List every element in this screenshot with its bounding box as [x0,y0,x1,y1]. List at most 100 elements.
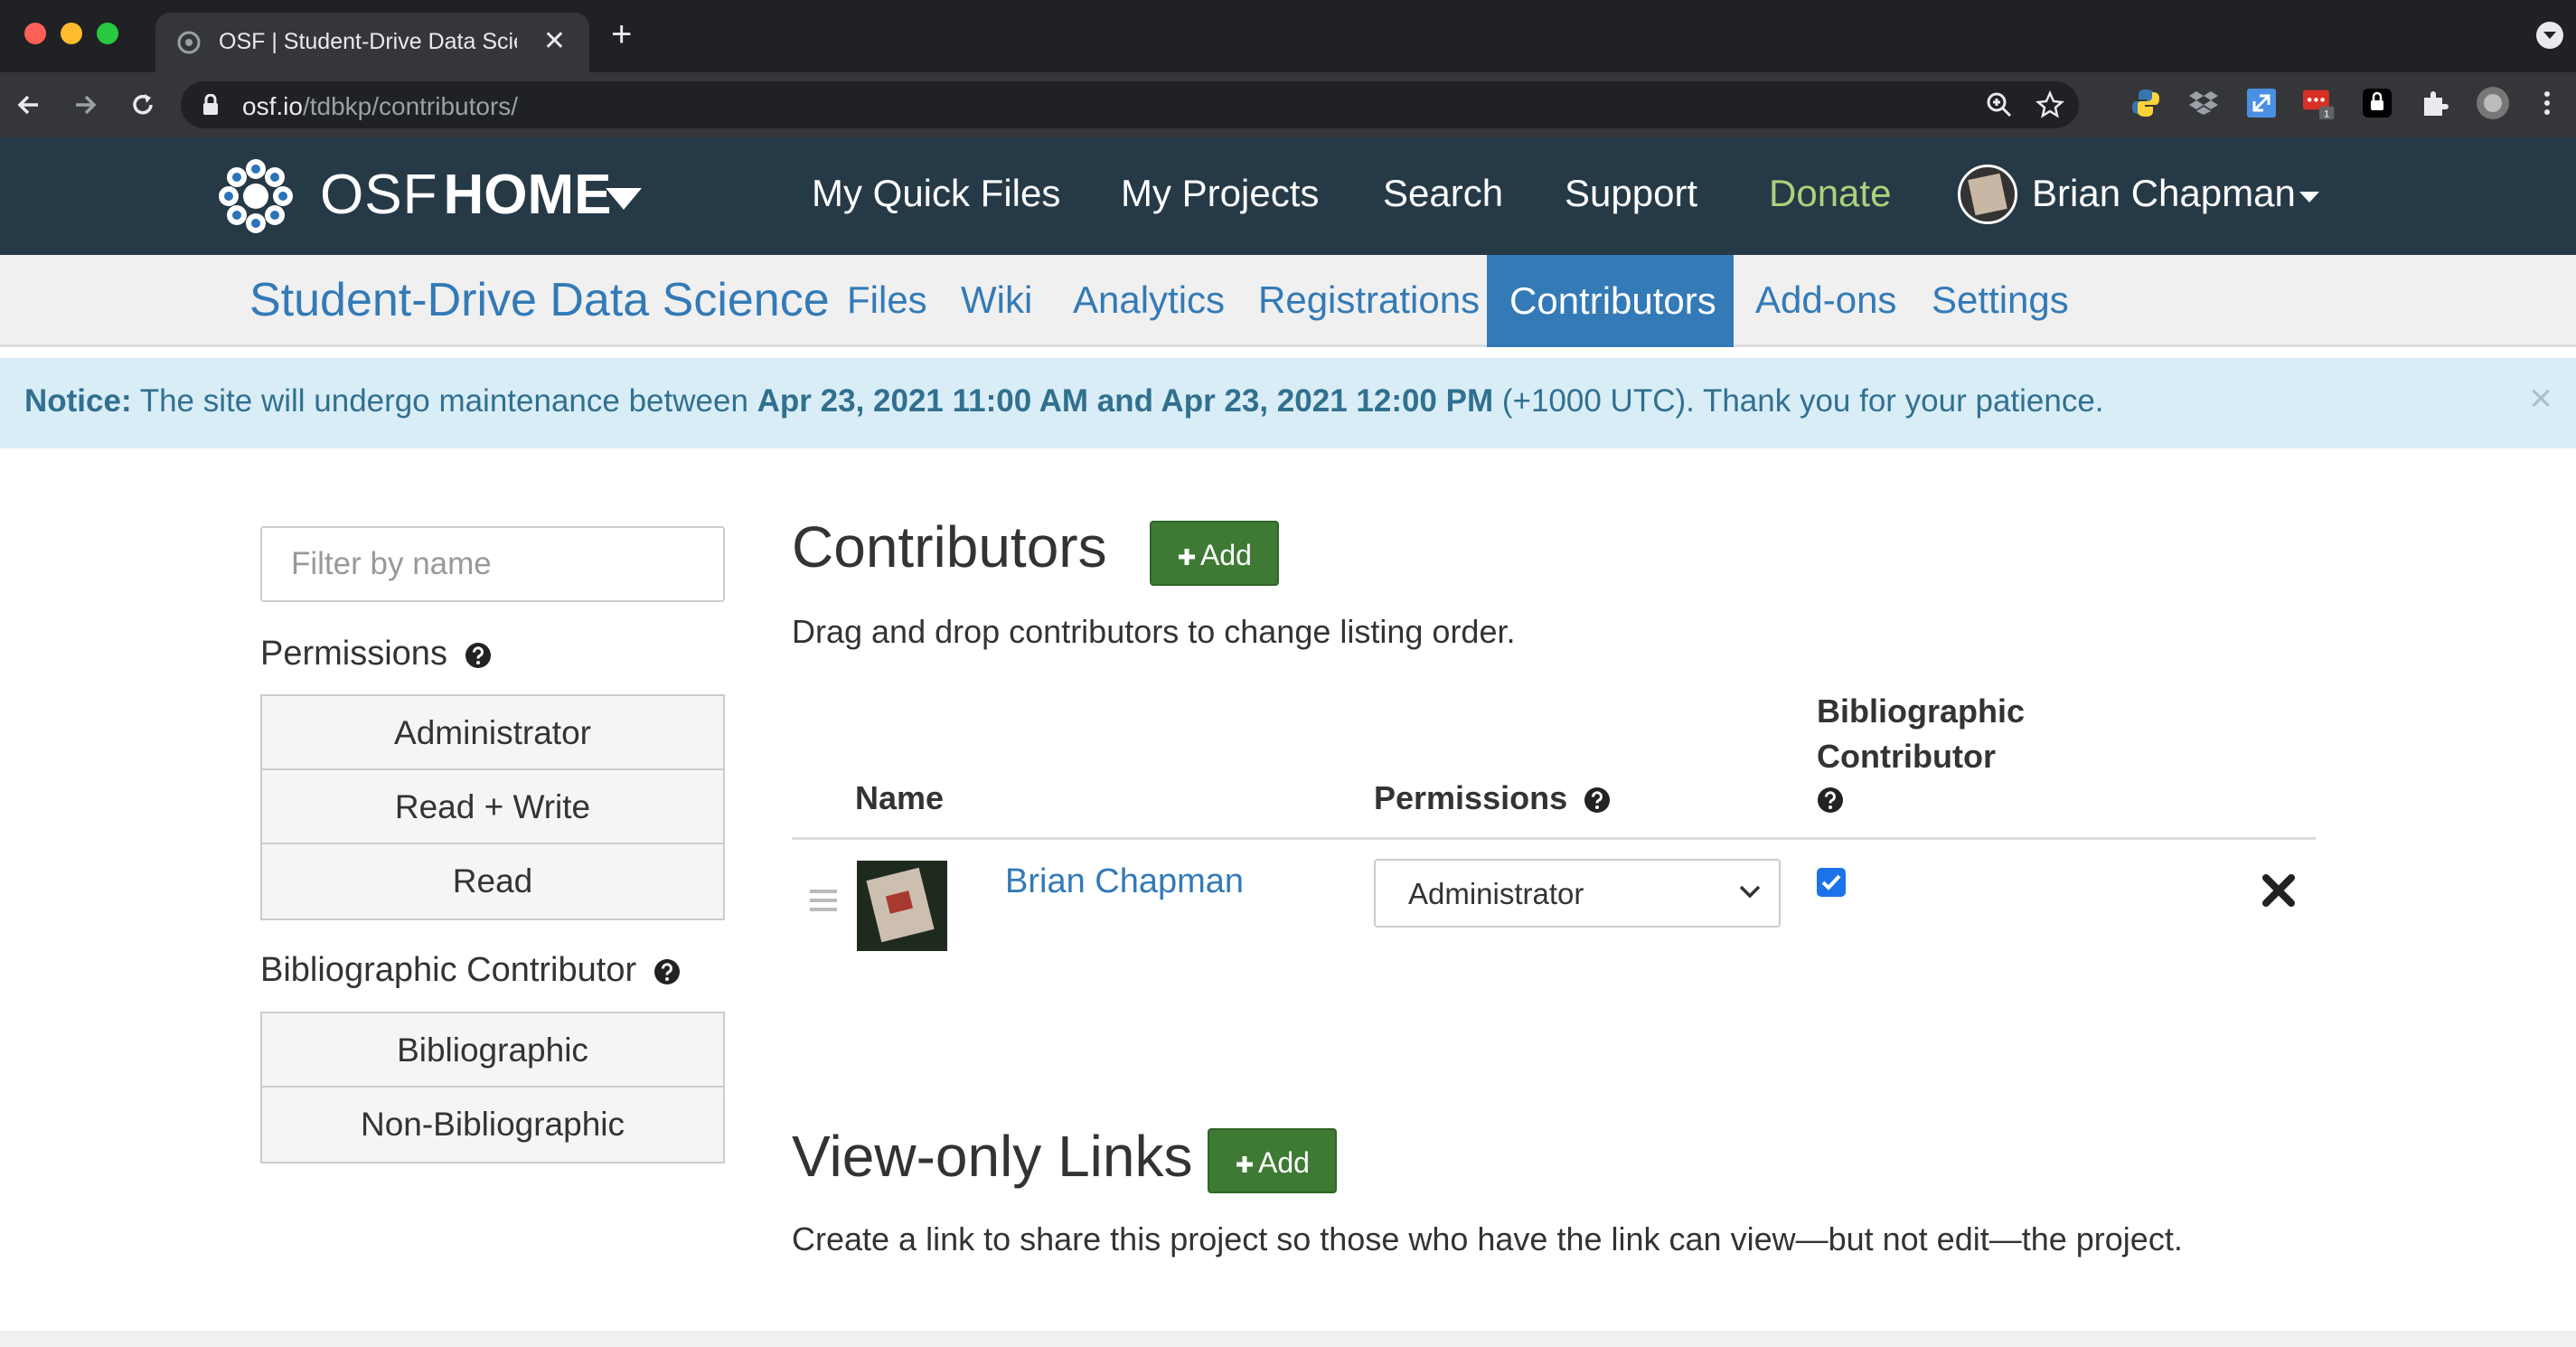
url-text: osf.io/tdbkp/contributors/ [242,92,519,120]
tab-analytics[interactable]: Analytics [1073,278,1225,322]
maintenance-notice: Notice: The site will undergo maintenanc… [0,358,2576,448]
drag-handle-icon[interactable] [810,890,837,911]
column-header-bibliographic: Bibliographic Contributor [1817,689,2025,825]
column-header-bib-line2: Contributor [1817,738,1996,775]
browser-tab-active[interactable]: OSF | Student-Drive Data Science ✕ [155,13,589,72]
tab-registrations[interactable]: Registrations [1258,278,1480,322]
osf-navbar: OSFHOME My Quick Files My Projects Searc… [0,137,2576,255]
nav-search[interactable]: Search [1383,172,1503,215]
add-view-only-link-button[interactable]: Add [1208,1128,1337,1193]
column-header-permissions-text: Permissions [1374,779,1568,816]
filter-read[interactable]: Read [262,844,723,918]
contributor-avatar [857,861,947,951]
permissions-filter-label: Permissions [260,635,492,674]
permission-select-value: Administrator [1408,877,1584,910]
column-header-permissions: Permissions [1374,779,1611,817]
window-maximize-button[interactable] [97,23,118,44]
contributors-description: Drag and drop contributors to change lis… [792,613,1516,650]
dropbox-extension-icon[interactable] [2187,87,2220,119]
plus-icon [1236,1156,1253,1173]
permissions-filter-list: Administrator Read + Write Read [260,694,725,920]
back-arrow-icon[interactable] [13,89,45,121]
bookmark-star-icon[interactable] [2035,90,2064,119]
tab-files[interactable]: Files [847,278,927,322]
question-circle-icon[interactable] [1817,787,1844,814]
tab-settings[interactable]: Settings [1932,278,2069,322]
notice-text-part1: The site will undergo maintenance betwee… [131,383,757,419]
user-caret-down-icon[interactable] [2299,192,2319,203]
osf-home-brand[interactable]: OSFHOME [320,163,611,227]
add-contributor-button[interactable]: Add [1150,521,1279,586]
browser-titlebar: OSF | Student-Drive Data Science ✕ + [0,0,2576,72]
column-header-name: Name [855,779,945,816]
question-circle-icon[interactable] [1584,787,1611,814]
nav-donate[interactable]: Donate [1769,172,1891,215]
tab-wiki[interactable]: Wiki [961,278,1032,322]
osf-logo-icon[interactable] [217,157,295,235]
brand-home-text: HOME [443,164,612,226]
forward-arrow-icon[interactable] [69,89,101,121]
notice-dates: Apr 23, 2021 11:00 AM and Apr 23, 2021 1… [757,383,1494,419]
bibliographic-filter-label: Bibliographic Contributor [260,951,681,990]
tab-add-ons[interactable]: Add-ons [1755,278,1896,322]
add-view-only-link-label: Add [1258,1146,1310,1179]
contributor-name-link[interactable]: Brian Chapman [1005,862,1244,901]
notice-label: Notice: [24,383,132,419]
footer-edge [0,1331,2576,1347]
password-extension-icon[interactable] [2361,87,2393,119]
bibliographic-filter-label-text: Bibliographic Contributor [260,951,637,989]
add-contributor-label: Add [1200,539,1252,571]
remove-x-icon[interactable] [2261,873,2296,908]
project-subnav: Student-Drive Data Science Files Wiki An… [0,255,2576,347]
bibliographic-checkbox[interactable] [1817,868,1846,897]
tab-title: OSF | Student-Drive Data Science [219,29,517,54]
reload-icon[interactable] [127,89,159,121]
tab-search-button[interactable] [2536,22,2563,49]
address-bar[interactable]: osf.io/tdbkp/contributors/ [181,81,2079,128]
lock-icon [203,94,218,115]
column-header-bib-line1: Bibliographic [1817,692,2026,730]
filter-administrator[interactable]: Administrator [262,696,723,770]
brand-osf-text: OSF [320,164,438,226]
filter-non-bibliographic[interactable]: Non-Bibliographic [262,1088,723,1162]
checkmark-icon [1821,874,1841,890]
view-only-links-description: Create a link to share this project so t… [792,1220,2183,1258]
notice-close-button[interactable]: × [2529,376,2552,421]
nav-user-name[interactable]: Brian Chapman [2032,172,2296,215]
nav-my-quick-files[interactable]: My Quick Files [812,172,1060,215]
zoom-icon[interactable] [1985,90,2014,119]
bibliographic-filter-list: Bibliographic Non-Bibliographic [260,1012,725,1163]
caret-down-icon[interactable] [606,188,642,210]
profile-avatar-icon[interactable] [2477,87,2509,119]
tab-contributors[interactable]: Contributors [1487,255,1734,347]
todoist-extension-icon[interactable]: 1 [2303,87,2336,119]
window-close-button[interactable] [24,23,46,44]
notice-text-part2: (+1000 UTC). Thank you for your patience… [1493,383,2104,419]
view-only-links-heading: View-only Links [792,1124,1193,1189]
contributor-permission-select[interactable]: Administrator [1374,859,1781,928]
filter-bibliographic[interactable]: Bibliographic [262,1013,723,1088]
notice-text: Notice: The site will undergo maintenanc… [24,383,2104,419]
tab-close-icon[interactable]: ✕ [543,25,566,57]
project-title-link[interactable]: Student-Drive Data Science [249,273,830,327]
svg-text:1: 1 [2324,108,2329,119]
plus-icon [1179,549,1195,565]
filter-by-name-input[interactable] [260,526,725,602]
question-circle-icon[interactable] [465,642,492,669]
window-minimize-button[interactable] [61,23,82,44]
user-avatar[interactable] [1958,165,2017,224]
nav-support[interactable]: Support [1565,172,1697,215]
filter-read-write[interactable]: Read + Write [262,770,723,844]
extensions-puzzle-icon[interactable] [2419,87,2451,119]
table-header-divider [792,837,2316,840]
nav-my-projects[interactable]: My Projects [1121,172,1319,215]
resize-extension-icon[interactable] [2245,87,2278,119]
browser-menu-icon[interactable] [2536,87,2558,119]
chevron-down-icon [1739,885,1761,899]
osf-favicon-icon [177,31,201,54]
permissions-filter-label-text: Permissions [260,635,447,673]
new-tab-icon[interactable]: + [611,16,632,52]
chevron-down-icon [2543,32,2556,39]
python-extension-icon[interactable] [2129,87,2162,119]
question-circle-icon[interactable] [653,958,681,985]
